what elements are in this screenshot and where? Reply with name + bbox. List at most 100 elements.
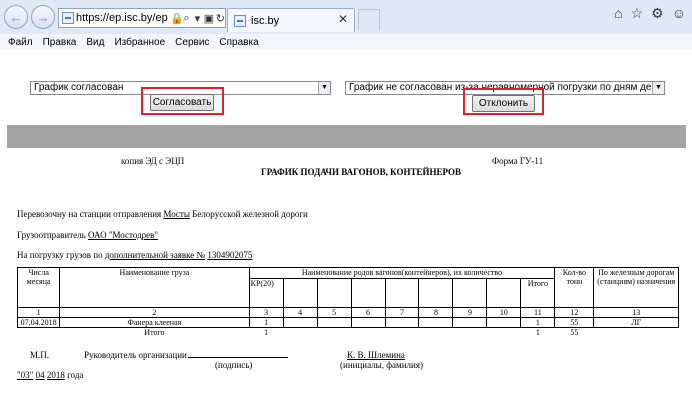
shipper-line: Грузоотправитель ОАО "Мостодрев" (17, 230, 158, 240)
col-number: 10 (486, 307, 522, 318)
copy-label: копия ЭД с ЭЦП (121, 156, 185, 166)
table-header-row: Числа месяца Наименование груза Наименов… (16, 267, 679, 308)
shipper-prefix: Грузоотправитель (17, 230, 86, 240)
header-blank (350, 278, 386, 308)
station-line: Перевозочну на станции отправления Мосты… (17, 209, 308, 219)
col-number: 13 (593, 307, 679, 318)
gear-icon[interactable]: ⚙ (651, 5, 664, 22)
row-blank (282, 317, 318, 328)
menu-bar: Файл Правка Вид Избранное Сервис Справка (0, 34, 692, 50)
col-number: 7 (384, 307, 420, 318)
head-name: К. В. Шлемина (347, 350, 405, 360)
signature-line (188, 348, 288, 358)
header-total: Итого (520, 278, 556, 308)
request-prefix: На погрузку грузов по (17, 250, 103, 260)
tab-isc[interactable]: isc.by ✕ (227, 8, 355, 32)
station-name: Мосты (163, 209, 190, 219)
row-total: 1 (520, 317, 556, 328)
toolbar-icons: ⌂ ☆ ⚙ ☺ (614, 5, 686, 22)
tab-title: isc.by (251, 14, 280, 27)
browser-chrome: ← → https://ep.isc.by/ep/GUI 🔒 ⌕ ▾ ▣ ↻ i… (0, 0, 692, 50)
table-row: 07.04.2018 Фанера клееная 1 1 55 ЛГ (16, 317, 679, 328)
date-year: 2018 (46, 370, 65, 380)
table-total-row: Итого 1 1 55 (18, 328, 679, 338)
address-bar[interactable]: https://ep.isc.by/ep/GUI 🔒 ⌕ ▾ ▣ ↻ (58, 8, 226, 28)
date-day: "03" (17, 370, 34, 380)
arrow-left-icon: ← (9, 9, 23, 25)
row-blank (316, 317, 352, 328)
total-label: Итого (144, 328, 165, 337)
date-suffix: года (67, 370, 84, 380)
new-tab-button[interactable] (358, 9, 380, 30)
row-cargo: Фанера клееная (59, 317, 250, 328)
page-icon (234, 14, 246, 27)
home-icon[interactable]: ⌂ (614, 5, 622, 22)
col-number: 11 (520, 307, 556, 318)
header-cargo: Наименование груза (59, 267, 250, 308)
total-blank (385, 328, 419, 338)
col-number: 4 (282, 307, 318, 318)
row-date: 07.04.2018 (16, 317, 61, 328)
reject-highlight (463, 88, 544, 115)
col-number: 6 (350, 307, 386, 318)
name-caption: (инициалы, фамилия) (340, 360, 423, 370)
row-road: ЛГ (593, 317, 679, 328)
certificate-icon[interactable]: ▣ (204, 12, 214, 25)
row-blank (350, 317, 386, 328)
header-blank (316, 278, 352, 308)
back-button[interactable]: ← (4, 5, 28, 29)
menu-view[interactable]: Вид (86, 37, 104, 48)
refresh-icon[interactable]: ↻ (216, 12, 225, 25)
total-blank (594, 328, 679, 338)
row-tons: 55 (554, 317, 595, 328)
menu-edit[interactable]: Правка (43, 37, 77, 48)
col-number: 2 (59, 307, 250, 318)
header-day: Числа месяца (16, 267, 61, 308)
chevron-down-icon[interactable]: ▾ (193, 12, 202, 25)
address-text[interactable]: https://ep.isc.by/ep/GUI (76, 12, 168, 24)
head-label: Руководитель организации (84, 350, 187, 360)
total-blank (317, 328, 351, 338)
row-blank (452, 317, 488, 328)
search-icon[interactable]: ⌕ (182, 12, 191, 25)
request-number: 1304902075 (207, 250, 253, 260)
row-blank (384, 317, 420, 328)
request-line: На погрузку грузов по дополнительной зая… (17, 250, 252, 260)
date-month: 04 (35, 370, 45, 380)
close-icon[interactable]: ✕ (338, 12, 348, 26)
menu-file[interactable]: Файл (8, 37, 33, 48)
col-number: 8 (418, 307, 454, 318)
total-kr: 1 (264, 328, 269, 337)
row-blank (486, 317, 522, 328)
chevron-down-icon[interactable]: ▼ (652, 82, 664, 94)
forward-button[interactable]: → (31, 5, 55, 29)
total-total: 1 (535, 328, 540, 337)
total-blank (487, 328, 521, 338)
approval-status-value: График согласован (34, 82, 124, 93)
col-number: 1 (16, 307, 61, 318)
header-tons: Кол-во тонн (554, 267, 595, 308)
header-blank (418, 278, 454, 308)
col-number: 9 (452, 307, 488, 318)
header-kr: КР(20) (248, 278, 284, 308)
lock-icon[interactable]: 🔒 (170, 12, 184, 25)
star-icon[interactable]: ☆ (631, 5, 644, 22)
column-number-row: 1 2 3 4 5 6 7 8 9 10 11 12 13 (16, 307, 679, 318)
schedule-table: Числа месяца Наименование груза Наименов… (16, 267, 679, 338)
header-blank (452, 278, 488, 308)
total-blank (419, 328, 453, 338)
total-blank (283, 328, 317, 338)
col-number: 12 (554, 307, 595, 318)
menu-tools[interactable]: Сервис (175, 37, 209, 48)
menu-help[interactable]: Справка (219, 37, 258, 48)
smiley-icon[interactable]: ☺ (672, 5, 686, 22)
document-header-band (7, 125, 686, 148)
menu-favorites[interactable]: Избранное (114, 37, 165, 48)
request-type: дополнительной заявке № (104, 250, 206, 260)
total-blank (351, 328, 385, 338)
approve-highlight (141, 87, 224, 115)
header-blank (282, 278, 318, 308)
chevron-down-icon[interactable]: ▼ (318, 82, 330, 94)
col-number: 5 (316, 307, 352, 318)
header-blank (384, 278, 420, 308)
